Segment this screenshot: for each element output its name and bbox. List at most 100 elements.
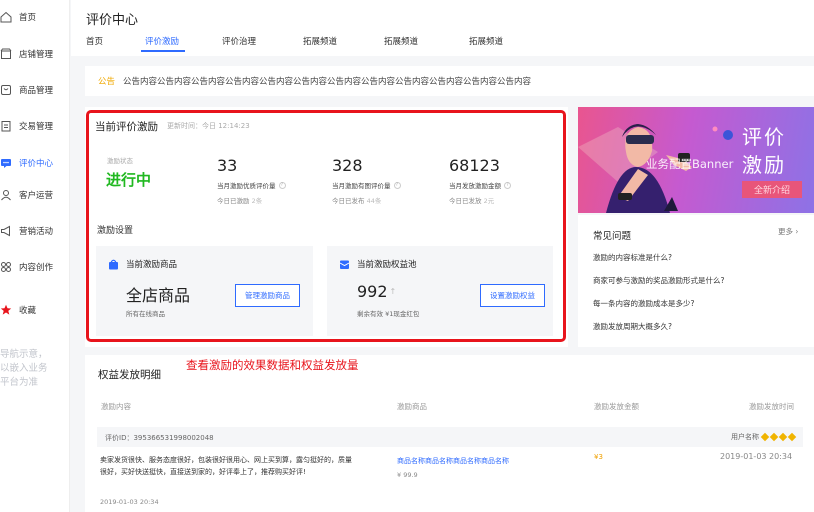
incentive-product-card: 当前激励商品 全店商品 所有在线商品 管理激励商品 (96, 246, 313, 336)
detail-title: 权益发放明细 (98, 369, 161, 381)
help-icon[interactable]: ? (504, 181, 511, 189)
column-header: 激励内容 (101, 402, 131, 411)
sidebar-item-label: 营销活动 (19, 227, 54, 237)
stat-value: 33 (217, 156, 238, 175)
incentive-amount: ¥3 (594, 453, 603, 461)
faq-question[interactable]: 商家可参与激励的奖品激励形式是什么? (593, 275, 724, 286)
product-name-link[interactable]: 商品名称商品名称商品名称商品名称 (397, 456, 509, 466)
stat-sub-value: 2条 (251, 197, 263, 205)
page-title: 评价中心 (86, 13, 139, 28)
stat-label: 当月激励有图评价量 (332, 182, 391, 190)
sidebar-item-review-center[interactable]: 评价中心 (0, 153, 70, 173)
diamond-icon (769, 432, 779, 442)
stat-image-reviews: 328 当月激励有图评价量? 今日已发布 44条 (332, 156, 401, 205)
sidebar-item-favorites[interactable]: 收藏 (0, 300, 70, 320)
stat-sub-prefix: 今日已激励 (217, 197, 250, 205)
sidebar-item-store[interactable]: 店铺管理 (0, 44, 70, 64)
sidebar: 首页 店铺管理 商品管理 交易管理 评价中心 客户运营 营销活动 内容创作 收藏… (0, 0, 70, 512)
stat-sub-value: 2元 (483, 197, 495, 205)
column-header: 激励商品 (397, 402, 427, 411)
update-time: 更新时间：今日 12:14:23 (167, 122, 250, 130)
sidebar-item-marketing[interactable]: 营销活动 (0, 221, 70, 241)
gift-icon (339, 260, 350, 269)
column-header: 激励发放时间 (749, 402, 794, 411)
product-icon (0, 84, 12, 96)
faq-question[interactable]: 每一条内容的激励成本是多少? (593, 298, 694, 309)
tab-channel-1[interactable]: 拓展频道 (303, 35, 337, 47)
banner-headline-2: 激励 (742, 153, 786, 177)
settings-title: 激励设置 (97, 226, 134, 236)
manage-products-button[interactable]: 管理激励商品 (235, 284, 300, 307)
stat-value: 328 (332, 156, 363, 175)
review-date: 2019-01-03 20:34 (100, 498, 159, 506)
benefit-detail-section: 权益发放明细 查看激励的效果数据和权益发放量 激励内容 激励商品 激励发放金额 … (85, 355, 814, 512)
sidebar-item-label: 客户运营 (19, 191, 54, 201)
review-id: 评价ID：395366531998002048 (105, 434, 214, 442)
diamond-icon (787, 432, 797, 442)
faq-card: 常见问题 更多 › 激励的内容标准是什么? 商家可参与激励的奖品激励形式是什么?… (578, 215, 814, 347)
store-icon (0, 48, 12, 60)
diamond-icon (778, 432, 788, 442)
tab-channel-3[interactable]: 拓展频道 (469, 35, 503, 47)
diamond-icon (760, 432, 770, 442)
star-icon (0, 304, 12, 316)
help-icon[interactable]: ? (278, 181, 286, 189)
tab-review-incentive[interactable]: 评价激励 (145, 35, 179, 47)
page-header: 评价中心 首页 评价激励 评价治理 拓展频道 拓展频道 拓展频道 (71, 0, 814, 56)
stat-value: 68123 (449, 156, 500, 175)
sidebar-item-trade[interactable]: 交易管理 (0, 116, 70, 136)
faq-question[interactable]: 激励的内容标准是什么? (593, 252, 672, 263)
chat-icon (0, 157, 12, 169)
banner-headline-1: 评价 (742, 125, 786, 149)
stat-quality-reviews: 33 当月激励优质评价量? 今日已激励 2条 (217, 156, 286, 205)
product-card-note: 所有在线商品 (126, 310, 165, 318)
notice-text: 公告内容公告内容公告内容公告内容公告内容公告内容公告内容公告内容公告内容公告内容… (123, 77, 532, 87)
grid-icon (0, 261, 12, 273)
bag-icon (109, 259, 118, 269)
stat-sub-prefix: 今日已发布 (332, 197, 365, 205)
promo-banner[interactable]: 业务配置Banner 评价 激励 全新介绍 (578, 107, 814, 213)
pool-card-value: 992 (357, 282, 388, 301)
user-name: 用户名称 (731, 433, 759, 441)
faq-more-link[interactable]: 更多 › (778, 226, 798, 237)
status-label: 激励状态 (107, 157, 133, 165)
stat-label: 当月发放激励金额 (449, 182, 501, 190)
sidebar-item-label: 内容创作 (19, 263, 54, 273)
tab-channel-2[interactable]: 拓展频道 (384, 35, 418, 47)
notice-bar: 公告 公告内容公告内容公告内容公告内容公告内容公告内容公告内容公告内容公告内容公… (85, 66, 814, 96)
incentive-pool-card: 当前激励权益池 992 ↑ 剩余有效 ¥1现金红包 设置激励权益 (327, 246, 553, 336)
sidebar-item-label: 评价中心 (19, 159, 54, 169)
incentive-title: 当前评价激励 (95, 121, 158, 133)
product-price: ¥ 99.9 (397, 471, 418, 479)
arrow-up-icon: ↑ (389, 287, 397, 296)
sidebar-item-product[interactable]: 商品管理 (0, 80, 70, 100)
help-icon[interactable]: ? (393, 181, 401, 189)
tab-home[interactable]: 首页 (86, 35, 103, 47)
stat-label: 当月激励优质评价量 (217, 182, 276, 190)
home-icon (0, 11, 12, 23)
status-value: 进行中 (106, 171, 152, 189)
sidebar-item-label: 收藏 (19, 306, 37, 316)
review-text: 卖家发货很快、服务态度很好，包装很好很用心、网上买到算，露匀挺好的，质量很好，买… (100, 456, 352, 476)
sidebar-item-home[interactable]: 首页 (0, 7, 70, 27)
tab-review-governance[interactable]: 评价治理 (222, 35, 256, 47)
sidebar-item-content[interactable]: 内容创作 (0, 257, 70, 277)
column-header: 激励发放金额 (594, 402, 639, 411)
active-tab-indicator (141, 50, 185, 52)
stat-incentive-amount: 68123 当月发放激励金额? 今日已发放 2元 (449, 156, 511, 205)
notice-label: 公告 (98, 77, 116, 87)
set-benefits-button[interactable]: 设置激励权益 (480, 284, 545, 307)
sidebar-item-label: 交易管理 (19, 122, 54, 132)
product-card-value: 全店商品 (126, 286, 191, 305)
stat-sub-prefix: 今日已发放 (449, 197, 482, 205)
sidebar-item-label: 店铺管理 (19, 50, 54, 60)
sidebar-item-customer[interactable]: 客户运营 (0, 185, 70, 205)
trade-icon (0, 120, 12, 132)
current-incentive-card: 当前评价激励 更新时间：今日 12:14:23 激励状态 进行中 33 当月激励… (85, 107, 568, 347)
banner-badge[interactable]: 全新介绍 (742, 181, 802, 198)
table-row-header: 评价ID：395366531998002048 用户名称 (97, 427, 803, 447)
sidebar-item-label: 商品管理 (19, 86, 54, 96)
sidebar-note: 导航示意， 以嵌入业务 平台为准 (0, 349, 48, 388)
stat-sub-value: 44条 (366, 197, 382, 205)
faq-question[interactable]: 激励发放周期大概多久? (593, 321, 672, 332)
